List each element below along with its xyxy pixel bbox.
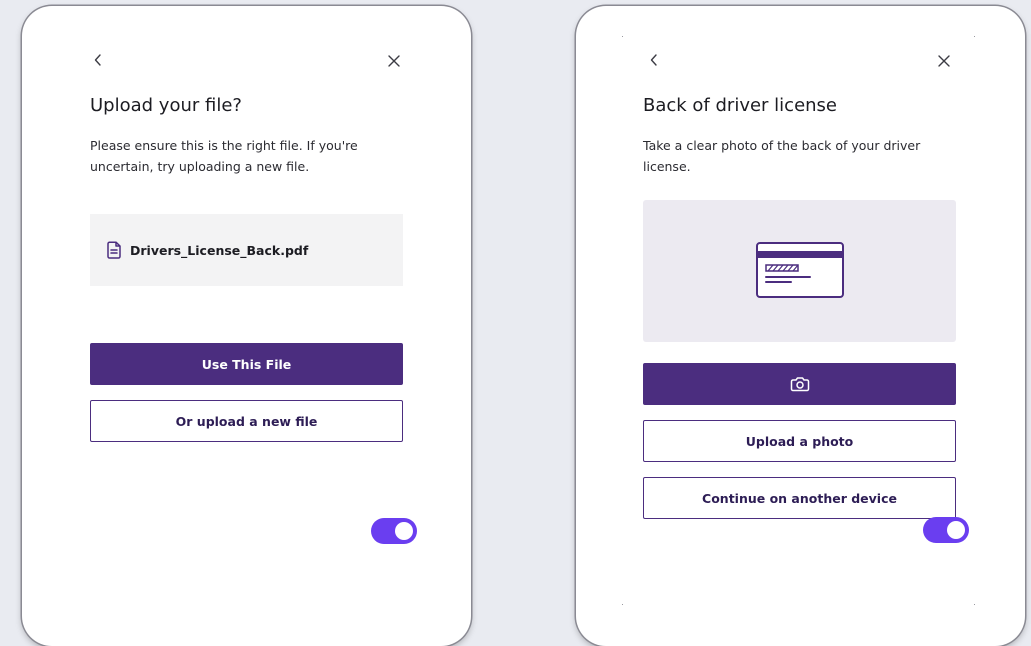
close-icon xyxy=(388,55,400,67)
page-title: Upload your file? xyxy=(90,95,242,116)
page-description: Take a clear photo of the back of your d… xyxy=(643,138,921,174)
back-button[interactable] xyxy=(86,48,110,72)
close-button[interactable] xyxy=(932,49,956,73)
chevron-left-icon xyxy=(650,54,657,66)
back-button[interactable] xyxy=(642,48,666,72)
chevron-left-icon xyxy=(94,54,101,66)
toggle-switch[interactable] xyxy=(371,518,417,544)
corner-marker xyxy=(974,604,975,605)
close-icon xyxy=(938,55,950,67)
file-name: Drivers_License_Back.pdf xyxy=(130,242,309,258)
page-description: Please ensure this is the right file. If… xyxy=(90,138,358,174)
upload-new-file-button[interactable]: Or upload a new file xyxy=(90,400,403,442)
toggle-knob xyxy=(947,521,965,539)
corner-marker xyxy=(622,604,623,605)
use-this-file-button[interactable]: Use This File xyxy=(90,343,403,385)
continue-another-device-button[interactable]: Continue on another device xyxy=(643,477,956,519)
license-preview xyxy=(643,200,956,342)
toggle-switch[interactable] xyxy=(923,517,969,543)
back-license-capture-card: Back of driver license Take a clear phot… xyxy=(576,6,1025,646)
toggle-knob xyxy=(395,522,413,540)
corner-marker xyxy=(622,36,623,37)
camera-icon xyxy=(790,377,809,392)
upload-confirm-card: Upload your file? Please ensure this is … xyxy=(22,6,471,646)
page-title: Back of driver license xyxy=(643,95,838,116)
selected-file: Drivers_License_Back.pdf xyxy=(90,214,403,286)
corner-marker xyxy=(974,36,975,37)
document-icon xyxy=(107,241,121,259)
upload-photo-button[interactable]: Upload a photo xyxy=(643,420,956,462)
take-photo-button[interactable] xyxy=(643,363,956,405)
close-button[interactable] xyxy=(382,49,406,73)
card-back-icon xyxy=(755,242,844,298)
